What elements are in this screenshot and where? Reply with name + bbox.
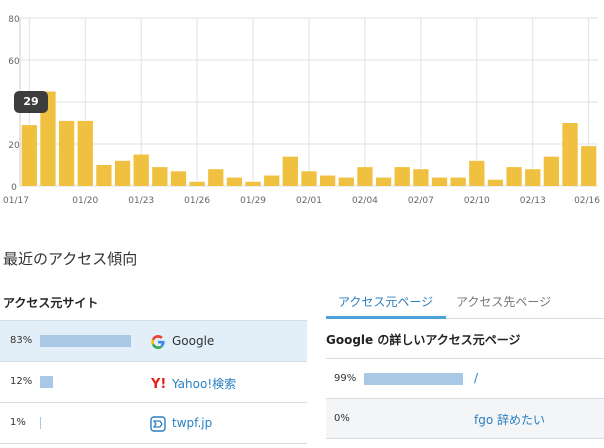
site-name-twpf[interactable]: twpf.jp	[172, 416, 212, 430]
chart-bar[interactable]	[543, 156, 560, 186]
chart-bar[interactable]	[189, 181, 205, 186]
site-row-yahoo[interactable]: 12% Y! Yahoo!検索	[0, 362, 307, 403]
site-percent-bar	[40, 376, 54, 388]
chart-bar[interactable]	[58, 120, 75, 186]
site-percent-bar	[40, 417, 42, 429]
detail-path-link[interactable]: /	[474, 371, 478, 385]
x-axis-ticks: 01/17 01/20 01/23 01/26 01/29 02/01 02/04 02/07…	[3, 196, 600, 206]
detail-percent: 0%	[334, 413, 350, 424]
y-tick-label: 0	[11, 183, 17, 193]
active-tab-indicator	[326, 316, 446, 319]
chart-bar[interactable]	[375, 177, 392, 186]
chart-bar[interactable]	[282, 156, 298, 186]
detail-row[interactable]: 0% fgo 辞めたい	[326, 399, 604, 439]
chart-bar[interactable]	[264, 175, 280, 187]
y-tick-label: 60	[8, 57, 20, 67]
x-tick-label: 02/01	[296, 196, 322, 206]
chart-bar[interactable]	[506, 167, 522, 186]
chart-bar[interactable]	[338, 177, 354, 186]
y-tick-label: 20	[8, 141, 20, 151]
page-tabs: アクセス元ページ アクセス先ページ	[326, 287, 604, 319]
chart-bar[interactable]	[96, 165, 112, 186]
google-icon	[151, 335, 165, 349]
chart-bar[interactable]	[413, 169, 429, 186]
chart-bar[interactable]	[152, 167, 168, 186]
section-title: 最近のアクセス傾向	[3, 250, 138, 268]
x-tick-label: 01/23	[128, 196, 154, 206]
chart-bar[interactable]	[21, 125, 37, 186]
detail-title: Google の詳しいアクセス元ページ	[326, 333, 521, 347]
chart-bar[interactable]	[170, 171, 187, 186]
tab-destination-pages[interactable]: アクセス先ページ	[456, 293, 551, 310]
chart-bar[interactable]	[562, 123, 578, 186]
site-row-twpf[interactable]: 1% twpf.jp	[0, 403, 307, 444]
site-name-google[interactable]: Google	[172, 334, 214, 348]
x-tick-label: 02/04	[352, 196, 378, 206]
chart-bar[interactable]	[133, 154, 149, 187]
y-tick-label: 80	[8, 15, 20, 25]
x-tick-label: 01/20	[72, 196, 98, 206]
x-tick-label: 02/10	[464, 196, 490, 206]
chart-bar[interactable]	[394, 167, 410, 186]
chart-bar[interactable]	[226, 177, 243, 186]
chart-bar[interactable]	[469, 160, 485, 186]
x-tick-label: 01/29	[240, 196, 266, 206]
chart-tooltip: 29	[14, 91, 48, 113]
chart-grid	[19, 17, 598, 187]
chart-bar[interactable]	[431, 177, 448, 186]
yahoo-icon: Y!	[150, 377, 166, 391]
x-tick-label: 02/13	[520, 196, 546, 206]
chart-bar[interactable]	[114, 160, 131, 186]
x-tick-label: 01/17	[3, 196, 29, 206]
chart-bar[interactable]	[487, 179, 504, 186]
chart-bar[interactable]	[301, 171, 317, 186]
x-tick-label: 01/26	[184, 196, 210, 206]
x-tick-label: 02/07	[408, 196, 434, 206]
detail-percent: 99%	[334, 373, 357, 384]
chart-bar[interactable]	[208, 169, 224, 186]
site-percent: 1%	[10, 417, 26, 428]
site-percent: 12%	[10, 376, 33, 387]
access-trend-chart: 0 20 60 80 01/17 01/20 01/23 01/26 01/29 02/01 02…	[3, 15, 600, 206]
sites-list: 83% Google 12% Y! Yahoo!検索 1% twpf.jp	[0, 320, 307, 444]
detail-percent-bar	[364, 373, 463, 385]
chart-bar[interactable]	[77, 120, 93, 186]
svg-text:Y!: Y!	[150, 377, 166, 391]
detail-path-link[interactable]: fgo 辞めたい	[474, 411, 545, 428]
chart-bar[interactable]	[525, 169, 541, 186]
chart-bar[interactable]	[581, 146, 597, 186]
site-percent: 83%	[10, 335, 33, 346]
site-percent-bar	[40, 335, 132, 347]
detail-list: 99% / 0% fgo 辞めたい	[326, 358, 604, 439]
site-name-yahoo[interactable]: Yahoo!検索	[172, 375, 236, 392]
chart-bar[interactable]	[357, 167, 373, 186]
chart-bar[interactable]	[320, 175, 336, 187]
site-row-google[interactable]: 83% Google	[0, 321, 307, 362]
detail-row[interactable]: 99% /	[326, 359, 604, 399]
x-tick-label: 02/16	[574, 196, 600, 206]
twpf-icon	[150, 416, 166, 432]
sites-header: アクセス元サイト	[3, 296, 99, 310]
chart-bar[interactable]	[450, 177, 466, 186]
tab-referrer-pages[interactable]: アクセス元ページ	[338, 293, 433, 310]
chart-bar[interactable]	[245, 181, 261, 186]
